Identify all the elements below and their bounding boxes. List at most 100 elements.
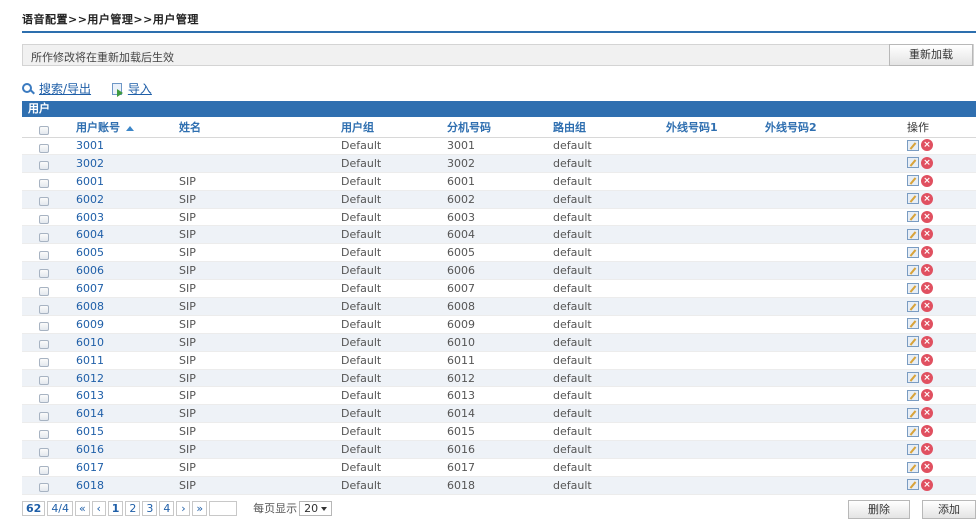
delete-icon[interactable]: × (921, 192, 933, 205)
row-checkbox[interactable] (39, 262, 49, 279)
pager-page-1[interactable]: 1 (107, 500, 124, 516)
delete-icon[interactable]: × (921, 156, 933, 169)
row-checkbox[interactable] (39, 352, 49, 369)
add-button[interactable]: 添加 (922, 500, 976, 519)
row-checkbox[interactable] (39, 244, 49, 261)
cell-account[interactable]: 6013 (76, 387, 104, 404)
pager-prev-button[interactable]: ‹ (91, 500, 106, 516)
row-checkbox[interactable] (39, 370, 49, 387)
edit-icon[interactable] (907, 354, 919, 366)
delete-icon[interactable]: × (921, 389, 933, 402)
edit-icon[interactable] (907, 246, 919, 258)
edit-icon[interactable] (907, 425, 919, 437)
row-checkbox[interactable] (39, 280, 49, 297)
pager-page-3[interactable]: 3 (142, 500, 158, 516)
delete-icon[interactable]: × (921, 353, 933, 366)
cell-account[interactable]: 6010 (76, 334, 104, 351)
delete-icon[interactable]: × (921, 425, 933, 438)
row-checkbox[interactable] (39, 423, 49, 440)
cell-account[interactable]: 6002 (76, 191, 104, 208)
cell-account[interactable]: 6006 (76, 262, 104, 279)
select-all-checkbox[interactable] (39, 119, 49, 137)
edit-icon[interactable] (907, 282, 919, 294)
cell-account[interactable]: 6007 (76, 280, 104, 297)
edit-icon[interactable] (907, 211, 919, 223)
row-checkbox[interactable] (39, 316, 49, 333)
edit-icon[interactable] (907, 157, 919, 169)
delete-icon[interactable]: × (921, 300, 933, 313)
pager-next-button[interactable]: › (176, 500, 191, 516)
cell-account[interactable]: 6017 (76, 459, 104, 476)
header-account[interactable]: 用户账号 (76, 119, 134, 137)
row-checkbox[interactable] (39, 405, 49, 422)
row-checkbox[interactable] (39, 459, 49, 476)
delete-icon[interactable]: × (921, 174, 933, 187)
search-export-link[interactable]: 搜索/导出 (22, 80, 91, 97)
cell-account[interactable]: 6004 (76, 226, 104, 243)
edit-icon[interactable] (907, 479, 919, 491)
edit-icon[interactable] (907, 372, 919, 384)
row-checkbox[interactable] (39, 155, 49, 172)
row-checkbox[interactable] (39, 387, 49, 404)
cell-account[interactable]: 6012 (76, 370, 104, 387)
cell-account[interactable]: 6014 (76, 405, 104, 422)
edit-icon[interactable] (907, 443, 919, 455)
header-extension[interactable]: 分机号码 (447, 119, 491, 137)
header-route-group[interactable]: 路由组 (553, 119, 586, 137)
edit-icon[interactable] (907, 228, 919, 240)
pager-last-button[interactable]: » (192, 500, 208, 516)
delete-icon[interactable]: × (921, 335, 933, 348)
delete-icon[interactable]: × (921, 407, 933, 420)
delete-icon[interactable]: × (921, 317, 933, 330)
per-page-select[interactable]: 20 (299, 500, 333, 516)
row-checkbox[interactable] (39, 209, 49, 226)
edit-icon[interactable] (907, 139, 919, 151)
edit-icon[interactable] (907, 336, 919, 348)
header-outside2[interactable]: 外线号码2 (765, 119, 817, 137)
cell-account[interactable]: 6001 (76, 173, 104, 190)
delete-icon[interactable]: × (921, 461, 933, 474)
edit-icon[interactable] (907, 300, 919, 312)
row-checkbox[interactable] (39, 226, 49, 243)
delete-button[interactable]: 删除 (848, 500, 910, 519)
row-checkbox[interactable] (39, 298, 49, 315)
delete-icon[interactable]: × (921, 264, 933, 277)
edit-icon[interactable] (907, 193, 919, 205)
cell-account[interactable]: 6009 (76, 316, 104, 333)
pager-goto-input[interactable] (209, 500, 238, 516)
cell-account[interactable]: 3001 (76, 137, 104, 154)
cell-account[interactable]: 6018 (76, 477, 104, 494)
header-name[interactable]: 姓名 (179, 119, 201, 137)
cell-account[interactable]: 6011 (76, 352, 104, 369)
reload-button[interactable]: 重新加载 (889, 44, 973, 66)
header-outside1[interactable]: 外线号码1 (666, 119, 718, 137)
row-checkbox[interactable] (39, 441, 49, 458)
cell-account[interactable]: 3002 (76, 155, 104, 172)
delete-icon[interactable]: × (921, 443, 933, 456)
pager-page-4[interactable]: 4 (159, 500, 175, 516)
row-checkbox[interactable] (39, 477, 49, 494)
cell-account[interactable]: 6015 (76, 423, 104, 440)
delete-icon[interactable]: × (921, 478, 933, 491)
edit-icon[interactable] (907, 318, 919, 330)
pager-first-button[interactable]: « (75, 500, 90, 516)
edit-icon[interactable] (907, 407, 919, 419)
edit-icon[interactable] (907, 175, 919, 187)
row-checkbox[interactable] (39, 173, 49, 190)
row-checkbox[interactable] (39, 334, 49, 351)
edit-icon[interactable] (907, 461, 919, 473)
delete-icon[interactable]: × (921, 246, 933, 259)
cell-account[interactable]: 6003 (76, 209, 104, 226)
delete-icon[interactable]: × (921, 210, 933, 223)
cell-account[interactable]: 6008 (76, 298, 104, 315)
edit-icon[interactable] (907, 389, 919, 401)
delete-icon[interactable]: × (921, 371, 933, 384)
row-checkbox[interactable] (39, 191, 49, 208)
delete-icon[interactable]: × (921, 228, 933, 241)
edit-icon[interactable] (907, 264, 919, 276)
delete-icon[interactable]: × (921, 139, 933, 151)
header-group[interactable]: 用户组 (341, 119, 374, 137)
pager-page-2[interactable]: 2 (125, 500, 141, 516)
cell-account[interactable]: 6016 (76, 441, 104, 458)
cell-account[interactable]: 6005 (76, 244, 104, 261)
